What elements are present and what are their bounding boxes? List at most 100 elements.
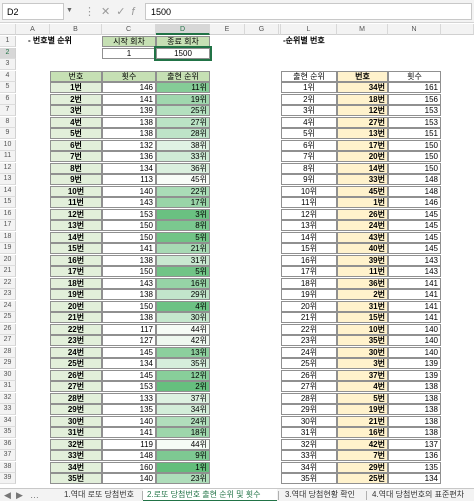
row-header[interactable]: 32 [0,392,16,404]
table2-rank-cell[interactable]: 6위 [281,139,337,151]
table2-count-cell[interactable]: 135 [388,461,441,473]
table1-count-cell[interactable]: 141 [102,427,156,438]
table1-rank-cell[interactable]: 5위 [156,266,210,277]
row-header[interactable]: 26 [0,323,16,335]
table2-count-cell[interactable]: 150 [388,162,441,174]
table2-rank-cell[interactable]: 30위 [281,415,337,427]
table2-rank-cell[interactable]: 10위 [281,185,337,197]
table1-count-cell[interactable]: 143 [102,277,156,289]
table2-number-cell[interactable]: 27번 [337,116,388,128]
row-header[interactable]: 11 [0,151,16,162]
table2-count-cell[interactable]: 141 [388,312,441,323]
table2-count-cell[interactable]: 137 [388,438,441,450]
table2-rank-cell[interactable]: 18위 [281,277,337,289]
table1-number-cell[interactable]: 15번 [50,243,102,254]
row-header[interactable]: 13 [0,174,16,185]
row-header[interactable]: 8 [0,116,16,128]
table2-number-cell[interactable]: 42번 [337,438,388,450]
table1-count-cell[interactable]: 119 [102,438,156,450]
table1-rank-cell[interactable]: 27위 [156,116,210,128]
row-header[interactable]: 21 [0,266,16,277]
table1-number-cell[interactable]: 1번 [50,82,102,93]
row-header[interactable]: 30 [0,369,16,381]
table1-number-cell[interactable]: 26번 [50,369,102,381]
column-header-N[interactable]: N [388,24,441,35]
start-round-input[interactable]: 1 [102,47,156,59]
table1-number-cell[interactable]: 34번 [50,461,102,473]
table1-count-cell[interactable]: 140 [102,185,156,197]
row-header[interactable]: 31 [0,381,16,392]
table1-count-cell[interactable]: 140 [102,473,156,484]
table1-count-cell[interactable]: 145 [102,346,156,358]
table1-number-cell[interactable]: 2번 [50,93,102,105]
table1-number-cell[interactable]: 31번 [50,427,102,438]
table1-number-cell[interactable]: 4번 [50,116,102,128]
more-icon[interactable]: ⋮ [84,6,101,18]
table1-count-cell[interactable]: 138 [102,312,156,323]
table2-rank-cell[interactable]: 20위 [281,300,337,312]
table1-number-cell[interactable]: 10번 [50,185,102,197]
table1-rank-cell[interactable]: 9위 [156,450,210,461]
table1-rank-cell[interactable]: 2위 [156,381,210,392]
row-header[interactable]: 18 [0,231,16,243]
table2-number-cell[interactable]: 31번 [337,300,388,312]
table1-count-cell[interactable]: 150 [102,231,156,243]
table1-count-cell[interactable]: 138 [102,116,156,128]
table1-number-cell[interactable]: 35번 [50,473,102,484]
table1-count-cell[interactable]: 138 [102,254,156,266]
chevron-down-icon[interactable]: ▼ [66,7,73,14]
column-header-B[interactable]: B [50,24,102,35]
table1-number-cell[interactable]: 24번 [50,346,102,358]
table2-rank-cell[interactable]: 22위 [281,323,337,335]
table2-count-cell[interactable]: 141 [388,277,441,289]
column-header-G[interactable]: G [245,24,279,35]
table1-rank-cell[interactable]: 33위 [156,151,210,162]
row-header[interactable]: 12 [0,162,16,174]
table1-rank-cell[interactable]: 1위 [156,461,210,473]
table2-rank-cell[interactable]: 28위 [281,392,337,404]
table2-count-cell[interactable]: 156 [388,93,441,105]
table2-count-cell[interactable]: 139 [388,369,441,381]
table1-number-cell[interactable]: 17번 [50,266,102,277]
table1-number-cell[interactable]: 9번 [50,174,102,185]
row-header[interactable]: 14 [0,185,16,197]
table1-count-cell[interactable]: 140 [102,415,156,427]
table2-rank-cell[interactable]: 31위 [281,427,337,438]
table1-count-cell[interactable]: 146 [102,82,156,93]
table2-rank-cell[interactable]: 1위 [281,82,337,93]
table2-rank-cell[interactable]: 33위 [281,450,337,461]
table2-rank-cell[interactable]: 13위 [281,220,337,231]
table2-number-cell[interactable]: 14번 [337,162,388,174]
row-header[interactable]: 37 [0,450,16,461]
table1-rank-cell[interactable]: 13위 [156,346,210,358]
table2-rank-cell[interactable]: 21위 [281,312,337,323]
row-header[interactable]: 7 [0,105,16,116]
row-header[interactable]: 36 [0,438,16,450]
table1-rank-cell[interactable]: 8위 [156,220,210,231]
table1-rank-cell[interactable]: 19위 [156,93,210,105]
table2-rank-cell[interactable]: 35위 [281,473,337,484]
row-header[interactable]: 6 [0,93,16,105]
table2-rank-cell[interactable]: 24위 [281,346,337,358]
table1-rank-cell[interactable]: 5위 [156,231,210,243]
row-header[interactable]: 22 [0,277,16,289]
row-header[interactable]: 23 [0,289,16,300]
table2-rank-cell[interactable]: 4위 [281,116,337,128]
table2-rank-cell[interactable]: 9위 [281,174,337,185]
table2-number-cell[interactable]: 37번 [337,369,388,381]
table2-number-cell[interactable]: 24번 [337,220,388,231]
table2-number-cell[interactable]: 40번 [337,243,388,254]
table2-number-cell[interactable]: 36번 [337,277,388,289]
table1-rank-cell[interactable]: 44위 [156,323,210,335]
enter-icon[interactable]: ✓ [116,6,131,18]
table1-number-cell[interactable]: 21번 [50,312,102,323]
table1-rank-cell[interactable]: 34위 [156,404,210,415]
table2-count-cell[interactable]: 140 [388,346,441,358]
table2-count-cell[interactable]: 140 [388,335,441,346]
table2-count-cell[interactable]: 148 [388,185,441,197]
table2-number-cell[interactable]: 2번 [337,289,388,300]
column-header-C[interactable]: C [102,24,156,35]
table2-number-cell[interactable]: 15번 [337,312,388,323]
row-header[interactable]: 33 [0,404,16,415]
table1-count-cell[interactable]: 134 [102,358,156,369]
